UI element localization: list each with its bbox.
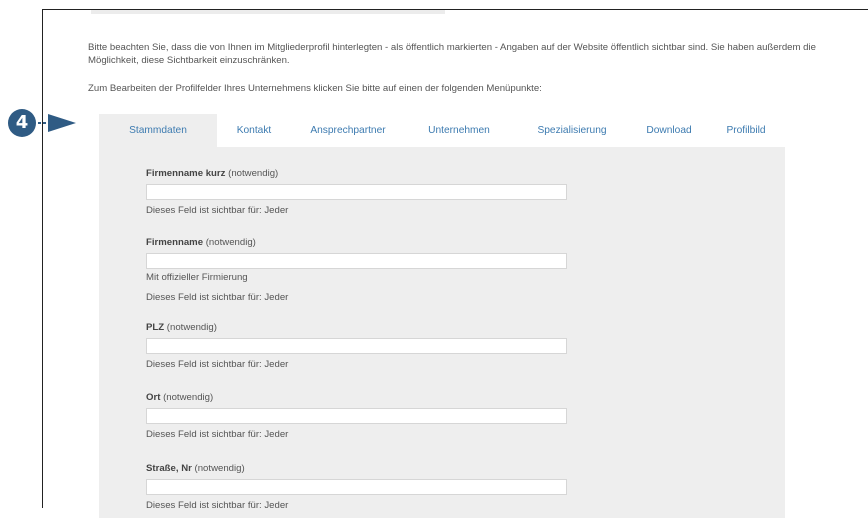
firmenname-input[interactable] (146, 253, 567, 269)
tab-unternehmen[interactable]: Unternehmen (405, 114, 513, 147)
field-strasse: Straße, Nr (notwendig) Dieses Feld ist s… (146, 462, 646, 513)
field-label: PLZ (notwendig) (146, 322, 217, 333)
tab-kontakt[interactable]: Kontakt (217, 114, 291, 147)
visibility-hint: Dieses Feld ist sichtbar für: Jeder (146, 205, 289, 216)
field-ort: Ort (notwendig) Dieses Feld ist sichtbar… (146, 391, 646, 442)
intro-text: Bitte beachten Sie, dass die von Ihnen i… (88, 42, 816, 66)
field-plz: PLZ (notwendig) Dieses Feld ist sichtbar… (146, 321, 646, 372)
visibility-hint: Dieses Feld ist sichtbar für: Jeder (146, 359, 289, 370)
strasse-input[interactable] (146, 479, 567, 495)
tab-stammdaten[interactable]: Stammdaten (99, 114, 217, 147)
step-marker: 4 (8, 109, 82, 137)
tab-spezialisierung[interactable]: Spezialisierung (513, 114, 631, 147)
visibility-hint: Dieses Feld ist sichtbar für: Jeder (146, 429, 289, 440)
tab-download[interactable]: Download (631, 114, 707, 147)
tab-ansprechpartner[interactable]: Ansprechpartner (291, 114, 405, 147)
field-label: Ort (notwendig) (146, 392, 214, 403)
instruction-text: Zum Bearbeiten der Profilfelder Ihres Un… (88, 83, 542, 94)
content-frame: Bitte beachten Sie, dass die von Ihnen i… (42, 9, 868, 518)
step-number-badge: 4 (8, 109, 36, 137)
firmenname-kurz-input[interactable] (146, 184, 567, 200)
arrow-right-icon (38, 114, 76, 132)
ort-input[interactable] (146, 408, 567, 424)
top-bar (91, 10, 445, 14)
stammdaten-form: Firmenname kurz (notwendig) Dieses Feld … (99, 147, 785, 518)
plz-input[interactable] (146, 338, 567, 354)
field-label: Firmenname (notwendig) (146, 237, 256, 248)
visibility-hint: Dieses Feld ist sichtbar für: Jeder (146, 292, 289, 303)
visibility-hint: Dieses Feld ist sichtbar für: Jeder (146, 500, 289, 511)
field-firmenname: Firmenname (notwendig) Mit offizieller F… (146, 236, 646, 305)
tab-profilbild[interactable]: Profilbild (707, 114, 785, 147)
field-note: Mit offizieller Firmierung (146, 272, 248, 283)
field-label: Straße, Nr (notwendig) (146, 463, 245, 474)
field-label: Firmenname kurz (notwendig) (146, 168, 279, 179)
profile-tabs: Stammdaten Kontakt Ansprechpartner Unter… (99, 114, 785, 147)
field-firmenname-kurz: Firmenname kurz (notwendig) Dieses Feld … (146, 167, 646, 218)
